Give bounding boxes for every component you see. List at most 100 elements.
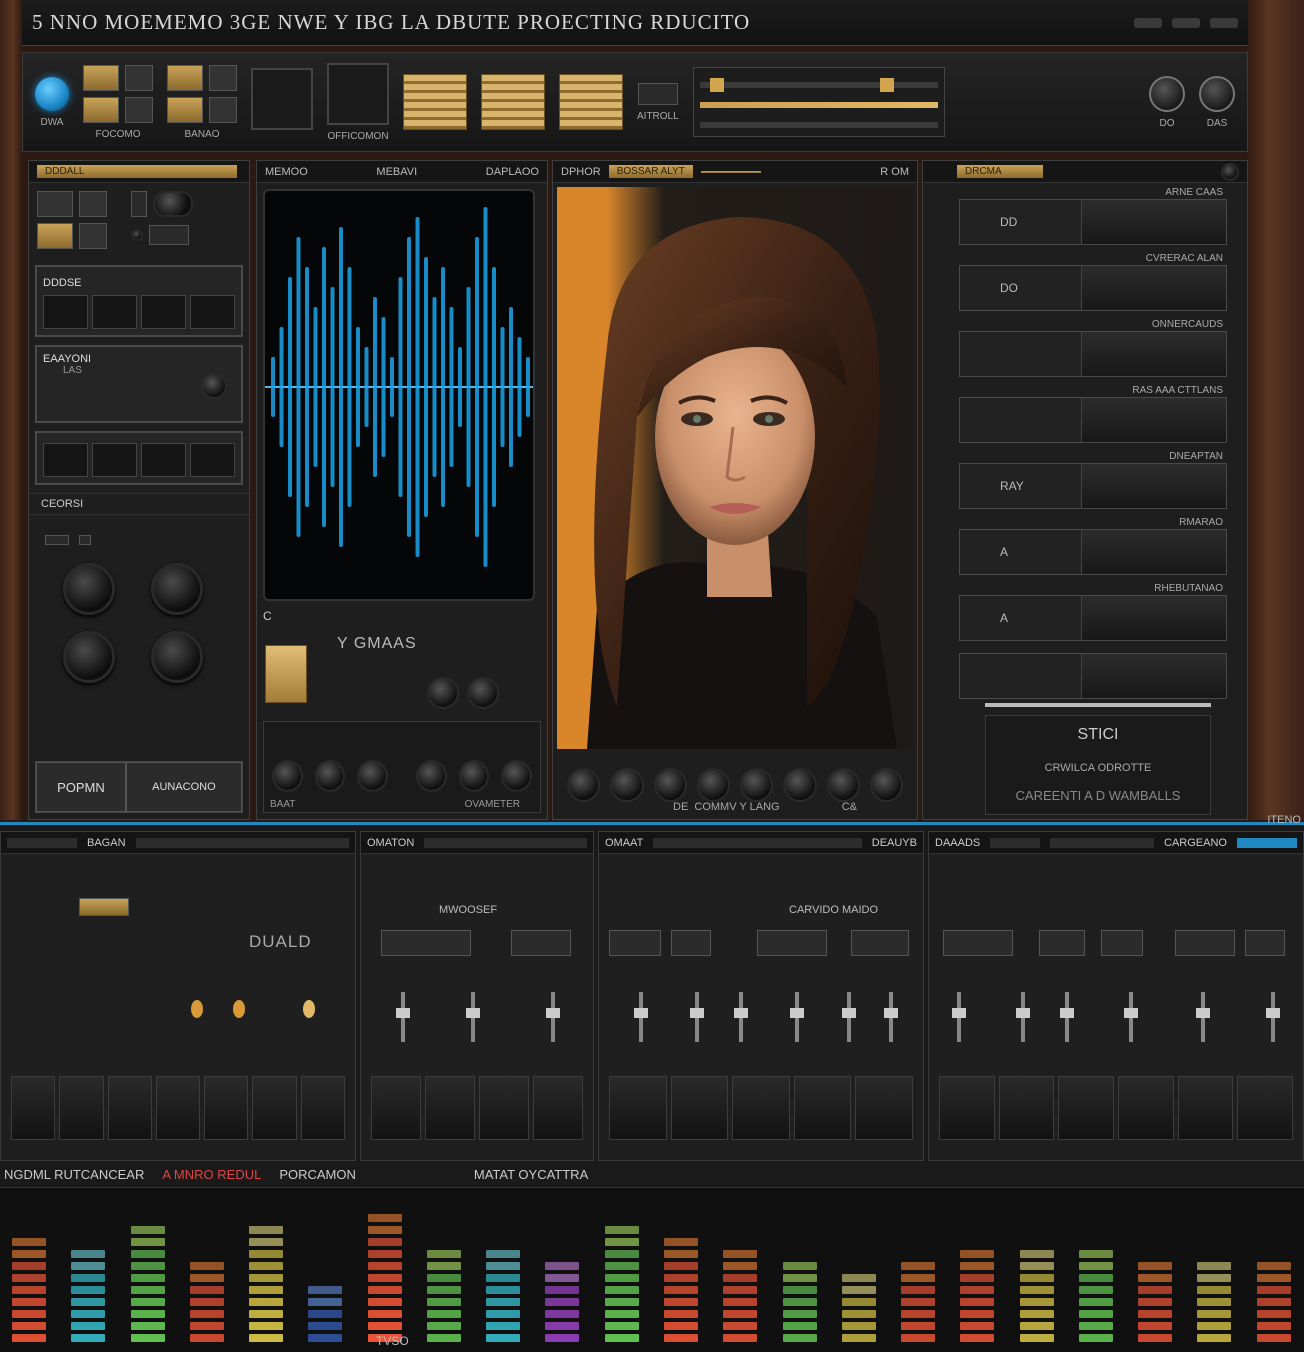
- header-tab-blank[interactable]: [700, 170, 761, 173]
- slider-rail[interactable]: [692, 67, 945, 137]
- key[interactable]: [1177, 1076, 1234, 1140]
- knob-icon[interactable]: [151, 631, 203, 683]
- mixer-button[interactable]: [851, 930, 909, 956]
- header-item[interactable]: MEMOO: [265, 166, 308, 178]
- knob-icon[interactable]: [1149, 75, 1185, 112]
- rack-slot[interactable]: [141, 443, 186, 477]
- toolbar-power[interactable]: DWA: [35, 76, 69, 128]
- grid-button[interactable]: [167, 64, 203, 91]
- rack-strip[interactable]: DO: [959, 265, 1227, 311]
- mixer-button[interactable]: [671, 930, 711, 956]
- rack-slot[interactable]: [190, 295, 235, 329]
- knob-icon[interactable]: [653, 768, 687, 802]
- knob-icon[interactable]: [272, 760, 303, 792]
- rotary-icon[interactable]: [153, 191, 193, 217]
- mixer-button[interactable]: [381, 930, 471, 956]
- mixer-head-label[interactable]: OMATON: [367, 837, 414, 849]
- key[interactable]: [252, 1076, 297, 1140]
- mixer-head-label[interactable]: DEAUYB: [872, 837, 917, 849]
- knob-icon[interactable]: [696, 768, 730, 802]
- toolbar-group-banao[interactable]: BANAO: [167, 64, 237, 140]
- gold-pad[interactable]: [403, 74, 467, 130]
- knob-icon[interactable]: [63, 631, 115, 683]
- maximize-button[interactable]: [1172, 17, 1200, 28]
- fader[interactable]: [690, 992, 704, 1042]
- grid-button[interactable]: [79, 191, 107, 217]
- fader[interactable]: [1016, 992, 1030, 1042]
- toolbar-aitroll[interactable]: AITROLL: [637, 82, 679, 122]
- close-button[interactable]: [1210, 17, 1238, 28]
- key[interactable]: [670, 1076, 729, 1140]
- knob-icon[interactable]: [458, 760, 490, 792]
- knob-icon[interactable]: [740, 768, 774, 802]
- key[interactable]: [1118, 1076, 1174, 1140]
- knob-icon[interactable]: [151, 563, 203, 615]
- grid-button[interactable]: [125, 64, 153, 91]
- key[interactable]: [371, 1076, 421, 1140]
- rack-strip[interactable]: RAY: [959, 463, 1227, 509]
- mixer-head-label[interactable]: DAAADS: [935, 837, 980, 849]
- toolbar-knob-das[interactable]: DAS: [1199, 75, 1235, 129]
- slider-thumb[interactable]: [879, 78, 894, 92]
- waveform-display[interactable]: [263, 189, 535, 601]
- mixer-button[interactable]: [511, 930, 571, 956]
- header-item[interactable]: MEBAVI: [376, 166, 417, 178]
- key[interactable]: [732, 1076, 790, 1140]
- slider-track[interactable]: [699, 122, 938, 128]
- gold-pad[interactable]: [559, 74, 623, 130]
- fader[interactable]: [466, 992, 480, 1042]
- mixer-button[interactable]: [1101, 930, 1143, 956]
- rack-slot[interactable]: [92, 443, 137, 477]
- fader[interactable]: [546, 992, 560, 1042]
- rack-slot[interactable]: [141, 295, 186, 329]
- knob-icon[interactable]: [567, 768, 601, 802]
- rack-strip[interactable]: DD: [959, 199, 1227, 245]
- rack-strip[interactable]: [959, 331, 1227, 377]
- gold-pad[interactable]: [481, 74, 545, 130]
- key[interactable]: [11, 1076, 56, 1140]
- rack-slot[interactable]: [43, 443, 88, 477]
- button-grid[interactable]: [167, 64, 237, 123]
- knob-icon[interactable]: [467, 677, 499, 709]
- key[interactable]: [204, 1076, 249, 1140]
- fader[interactable]: [842, 992, 856, 1042]
- slider-track[interactable]: [699, 78, 938, 92]
- rack-strip[interactable]: [959, 397, 1227, 443]
- fader[interactable]: [396, 992, 410, 1042]
- button-grid[interactable]: [37, 191, 107, 249]
- mixer-button[interactable]: [609, 930, 661, 956]
- gold-pad[interactable]: [265, 645, 307, 703]
- key[interactable]: [609, 1076, 667, 1140]
- grid-button[interactable]: [209, 96, 237, 123]
- grid-button[interactable]: [83, 64, 119, 91]
- header-item[interactable]: DPHOR: [561, 166, 601, 178]
- knob-icon[interactable]: [427, 677, 459, 709]
- toggle-button[interactable]: [637, 82, 678, 105]
- mixer-button[interactable]: [1175, 930, 1235, 956]
- mixer-button[interactable]: [1039, 930, 1085, 956]
- toggle-switch[interactable]: [131, 191, 147, 217]
- header-item[interactable]: R OM: [880, 166, 909, 178]
- grid-button[interactable]: [209, 64, 237, 91]
- toolbar-office[interactable]: OFFICOMON: [327, 62, 389, 142]
- display-slab[interactable]: [327, 62, 389, 125]
- key[interactable]: [533, 1076, 583, 1140]
- knob-icon[interactable]: [501, 760, 533, 792]
- small-button[interactable]: [149, 225, 189, 245]
- key[interactable]: [855, 1076, 913, 1140]
- mixer-head-label[interactable]: CARGEANO: [1164, 837, 1227, 849]
- fader[interactable]: [1124, 992, 1138, 1042]
- rack-strip[interactable]: A: [959, 529, 1227, 575]
- key[interactable]: [479, 1076, 529, 1140]
- key[interactable]: [998, 1076, 1055, 1140]
- aunacono-button[interactable]: AUNACONO: [125, 762, 242, 812]
- key[interactable]: [155, 1076, 201, 1140]
- grid-button[interactable]: [79, 223, 107, 249]
- power-led-icon[interactable]: [35, 76, 69, 111]
- header-item[interactable]: DAPLAOO: [486, 166, 539, 178]
- key[interactable]: [939, 1076, 995, 1140]
- fader[interactable]: [1266, 992, 1280, 1042]
- knob-icon[interactable]: [783, 768, 817, 802]
- grid-button[interactable]: [37, 223, 73, 249]
- mixer-button[interactable]: [1245, 930, 1285, 956]
